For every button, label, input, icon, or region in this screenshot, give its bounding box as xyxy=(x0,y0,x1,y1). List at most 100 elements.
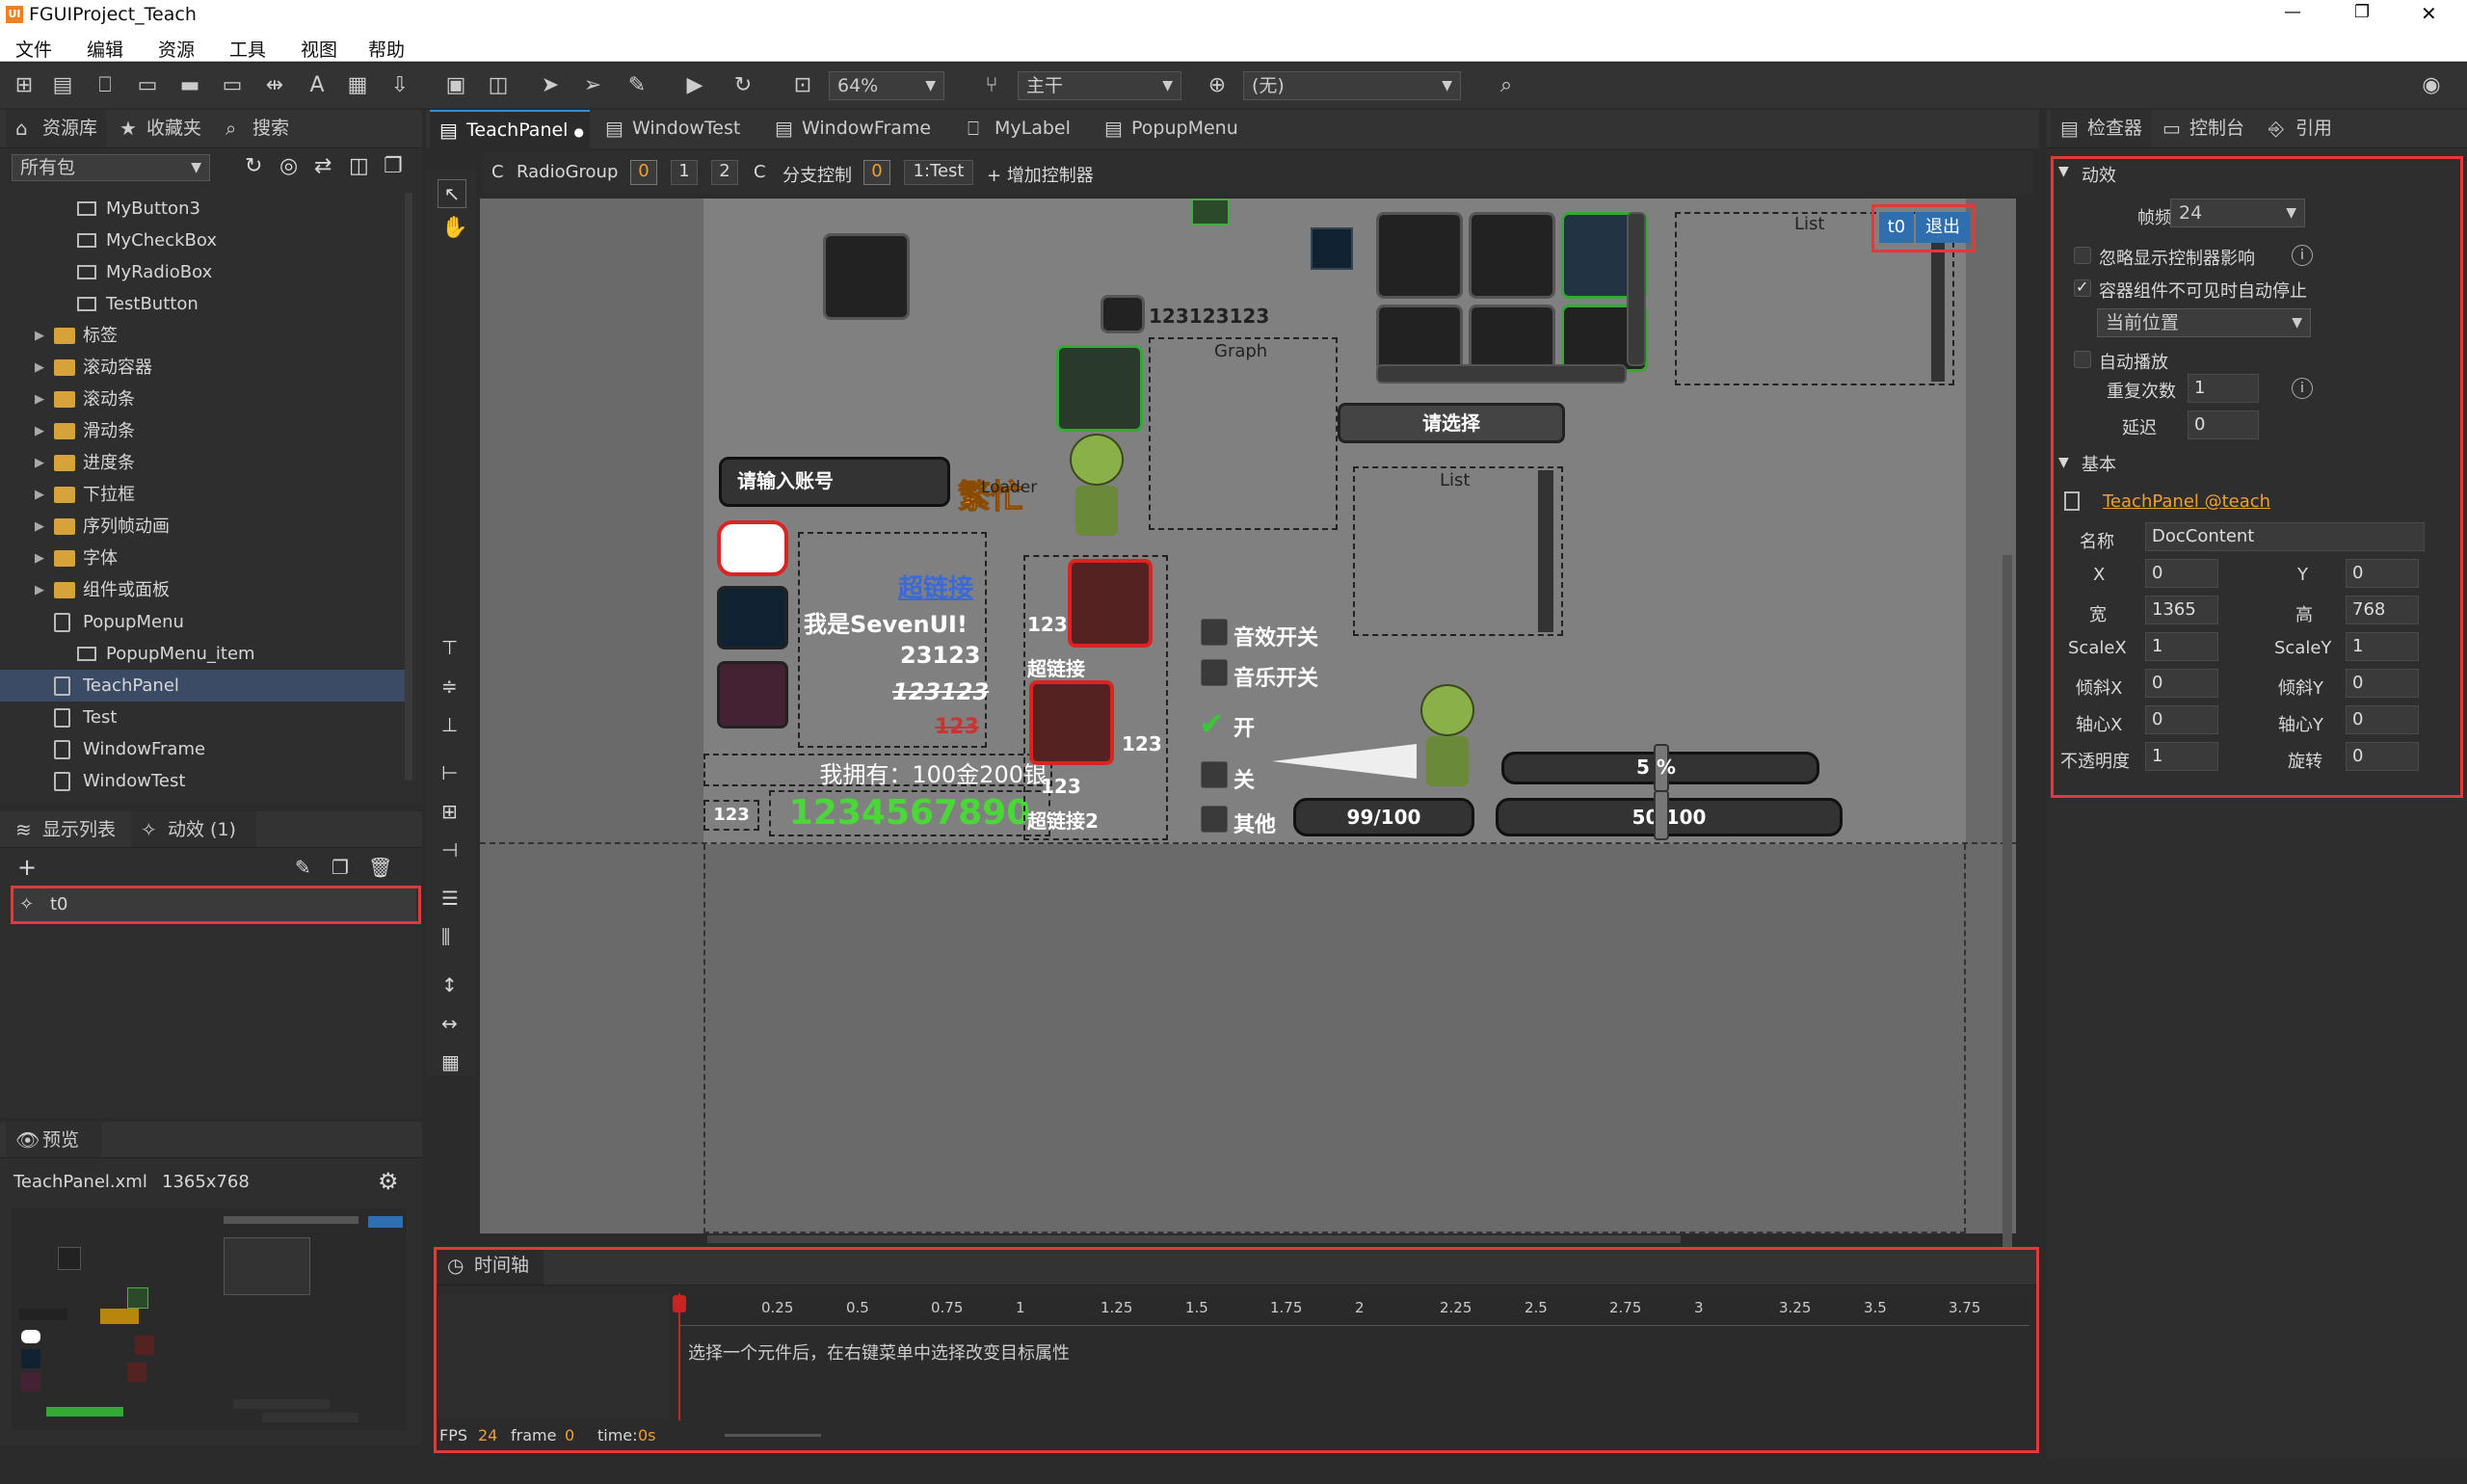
small-slot[interactable] xyxy=(1101,295,1145,333)
publish-all-icon[interactable]: ➢ xyxy=(578,71,607,100)
account-icon[interactable]: ◉ xyxy=(2417,71,2446,100)
new-font-icon[interactable]: ⎕ xyxy=(91,71,119,100)
tree-item[interactable]: ▶ 滑动条 xyxy=(0,415,405,447)
copy-icon[interactable]: ❐ xyxy=(332,856,349,879)
ignore-controller-checkbox[interactable] xyxy=(2074,247,2091,264)
tree-item[interactable]: WindowTest xyxy=(0,765,405,797)
close-button[interactable]: ✕ xyxy=(2421,2,2437,25)
edit-icon[interactable]: ✎ xyxy=(295,856,311,879)
align-left-icon[interactable]: ⊢ xyxy=(441,761,458,784)
red-slot-1[interactable] xyxy=(1068,559,1153,648)
expand-arrow-icon[interactable]: ▶ xyxy=(35,384,44,415)
tab-windowtest[interactable]: ▤ WindowTest xyxy=(596,110,765,148)
scalex-input[interactable]: 1 xyxy=(2145,632,2218,661)
tree-item[interactable]: PopupMenu xyxy=(0,606,405,638)
tab-inspector[interactable]: ▤ 检查器 xyxy=(2051,110,2151,147)
repeat-input[interactable]: 1 xyxy=(2188,374,2259,403)
green-slot[interactable] xyxy=(1056,345,1143,432)
alpha-input[interactable]: 1 xyxy=(2145,742,2218,771)
height-input[interactable]: 768 xyxy=(2346,596,2419,624)
new-popup-icon[interactable]: ▦ xyxy=(343,71,372,100)
fps-dropdown[interactable]: 24 ▼ xyxy=(2170,199,2305,227)
tree-item[interactable]: ▶ 序列帧动画 xyxy=(0,511,405,543)
slot-image[interactable] xyxy=(823,233,910,320)
tree-item[interactable]: TeachPanel xyxy=(0,670,405,702)
menu-view[interactable]: 视图 xyxy=(301,36,337,62)
tree-item[interactable]: TestButton xyxy=(0,288,405,320)
grid-slot-5[interactable] xyxy=(1469,305,1555,372)
tree-item[interactable]: ▶ 下拉框 xyxy=(0,479,405,511)
tab-library[interactable]: ⌂ 资源库 xyxy=(6,110,106,147)
grid-vscroll[interactable] xyxy=(1627,212,1646,366)
stage-hscroll[interactable] xyxy=(707,1235,1681,1243)
grid-slot-1[interactable] xyxy=(1376,212,1463,299)
tree-item[interactable]: ▶ 滚动容器 xyxy=(0,352,405,384)
delay-input[interactable]: 0 xyxy=(2188,411,2259,439)
graph[interactable] xyxy=(1149,337,1338,530)
grid-slot-4[interactable] xyxy=(1376,305,1463,372)
select-dropdown[interactable]: 请选择 xyxy=(1338,403,1565,443)
branch-page-0[interactable]: 0 xyxy=(863,160,890,185)
music-checkbox[interactable] xyxy=(1201,659,1228,686)
other-radio[interactable] xyxy=(1201,806,1228,833)
purple-slot[interactable] xyxy=(717,661,788,729)
select-tool-icon[interactable]: ↖ xyxy=(438,179,466,208)
check-on-icon[interactable]: ✔ xyxy=(1199,705,1225,742)
tree-item[interactable]: MyButton3 xyxy=(0,193,405,225)
rotation-input[interactable]: 0 xyxy=(2346,742,2419,771)
expand-arrow-icon[interactable]: ▶ xyxy=(35,447,44,479)
minimize-button[interactable]: — xyxy=(2284,2,2301,22)
split-view-icon[interactable]: ◫ xyxy=(349,154,369,178)
dist-h-icon[interactable]: ⫼ xyxy=(441,925,450,948)
tree-item[interactable]: MyRadioBox xyxy=(0,256,405,288)
tree-item[interactable]: Test xyxy=(0,702,405,733)
tree-item[interactable]: PopupMenu_item xyxy=(0,638,405,670)
account-input[interactable]: 请输入账号 xyxy=(719,457,950,507)
off-radio[interactable] xyxy=(1201,761,1228,788)
grid-hscroll[interactable] xyxy=(1376,364,1627,384)
hand-tool-icon[interactable]: ✋ xyxy=(441,216,467,240)
add-controller-button[interactable]: + 增加控制器 xyxy=(987,162,1094,187)
tab-favorites[interactable]: ★ 收藏夹 xyxy=(110,110,216,147)
gear-icon[interactable]: ⚙ xyxy=(378,1168,399,1195)
expand-arrow-icon[interactable]: ▶ xyxy=(35,320,44,352)
tree-item[interactable]: MyCheckBox xyxy=(0,225,405,256)
expand-arrow-icon[interactable]: ▶ xyxy=(35,511,44,543)
new-combo-icon[interactable]: ▬ xyxy=(175,71,204,100)
sound-checkbox[interactable] xyxy=(1201,619,1228,646)
autoplay-checkbox[interactable] xyxy=(2074,351,2091,368)
tab-teachpanel[interactable]: ▤ TeachPanel ● xyxy=(430,110,590,148)
name-input[interactable]: DocContent xyxy=(2145,522,2425,551)
publish-icon[interactable]: ➤ xyxy=(536,71,565,100)
search-icon[interactable]: ⌕ xyxy=(1492,71,1521,100)
menu-tools[interactable]: 工具 xyxy=(229,36,266,62)
tree-scrollbar[interactable] xyxy=(405,193,412,781)
pivoty-input[interactable]: 0 xyxy=(2346,705,2419,734)
new-label-icon[interactable]: A xyxy=(303,71,332,100)
add-icon[interactable]: + xyxy=(17,854,37,881)
link-a[interactable]: 超链接 xyxy=(1027,653,1085,681)
list-2-scroll[interactable] xyxy=(1538,470,1553,632)
save-icon[interactable]: ▣ xyxy=(441,71,470,100)
expand-arrow-icon[interactable]: ▶ xyxy=(35,574,44,606)
info-icon[interactable]: i xyxy=(2292,245,2313,266)
list-2[interactable] xyxy=(1353,466,1563,636)
same-height-icon[interactable]: ↕ xyxy=(441,973,458,996)
dist-v-icon[interactable]: ☰ xyxy=(441,887,459,910)
progress-bar-2[interactable]: 50/100 xyxy=(1496,798,1843,836)
tab-references[interactable]: ⎆ 引用 xyxy=(2259,110,2346,147)
position-dropdown[interactable]: 当前位置 ▼ xyxy=(2097,308,2311,337)
white-bubble[interactable] xyxy=(717,520,788,576)
skewy-input[interactable]: 0 xyxy=(2346,669,2419,698)
page-1[interactable]: 1 xyxy=(671,160,698,185)
swap-icon[interactable]: ⇄ xyxy=(314,154,332,178)
save-all-icon[interactable]: ◫ xyxy=(484,71,513,100)
tree-item[interactable]: ▶ 字体 xyxy=(0,543,405,574)
green-small[interactable] xyxy=(1191,199,1230,225)
branch-page-1[interactable]: 1:Test xyxy=(904,160,973,185)
play-icon[interactable]: ▶ xyxy=(680,71,709,100)
tab-search[interactable]: ⌕ 搜索 xyxy=(216,110,312,147)
x-input[interactable]: 0 xyxy=(2145,559,2218,588)
progress-bar-1[interactable]: 99/100 xyxy=(1293,798,1474,836)
tab-display-list[interactable]: ≋ 显示列表 xyxy=(6,811,131,847)
